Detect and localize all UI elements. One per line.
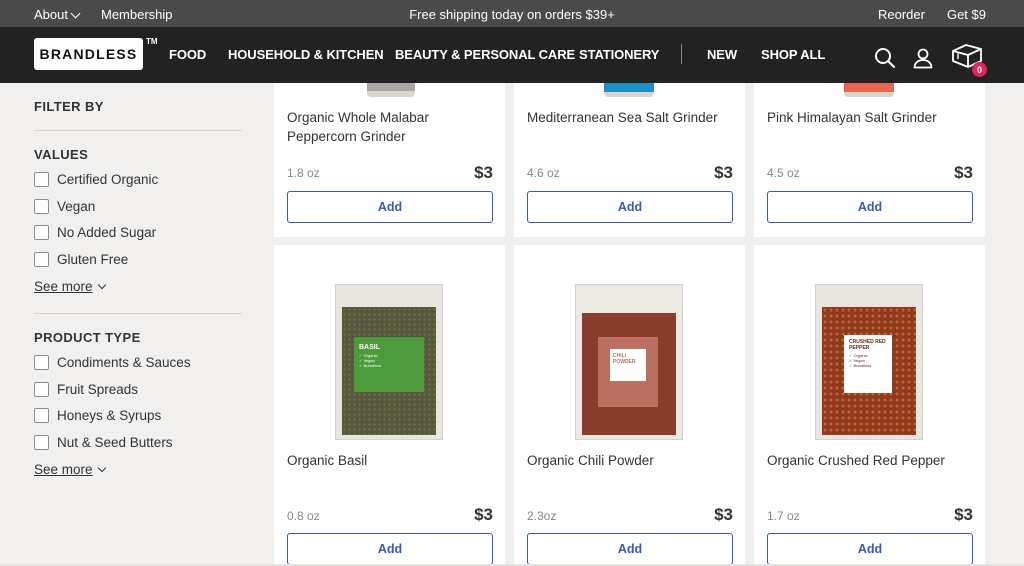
product-label: CRUSHED RED PEPPER ✓ Organic ✓ Vegan ✓ B… xyxy=(844,335,892,393)
get-credit-link[interactable]: Get $9 xyxy=(947,7,986,22)
filter-condiments-sauces[interactable]: Condiments & Sauces xyxy=(34,355,191,370)
add-button[interactable]: Add xyxy=(767,191,973,223)
checkbox[interactable] xyxy=(34,355,49,370)
add-button[interactable]: Add xyxy=(287,191,493,223)
product-type-heading: PRODUCT TYPE xyxy=(34,330,141,345)
chevron-down-icon xyxy=(97,280,106,290)
product-label: CHILI POWDER xyxy=(598,337,658,407)
product-size: 1.8 oz xyxy=(287,166,320,180)
checkbox[interactable] xyxy=(34,225,49,240)
product-type-see-more-link[interactable]: See more xyxy=(34,462,106,477)
nav-stationery[interactable]: STATIONERY xyxy=(579,47,659,62)
add-button[interactable]: Add xyxy=(527,533,733,565)
values-heading: VALUES xyxy=(34,147,89,162)
product-name[interactable]: Organic Whole Malabar Peppercorn Grinder xyxy=(287,108,497,146)
search-icon[interactable] xyxy=(874,47,896,69)
filter-certified-organic[interactable]: Certified Organic xyxy=(34,172,158,187)
product-price: $3 xyxy=(714,505,733,524)
product-price: $3 xyxy=(474,163,493,182)
label-title: CRUSHED RED PEPPER xyxy=(849,339,886,351)
filter-label: Certified Organic xyxy=(57,172,159,187)
checkbox[interactable] xyxy=(34,252,49,267)
product-name[interactable]: Organic Chili Powder xyxy=(527,451,737,470)
trademark-mark: TM xyxy=(146,37,158,46)
nav-food[interactable]: FOOD xyxy=(169,47,206,62)
values-see-more-link[interactable]: See more xyxy=(34,279,106,294)
filter-gluten-free[interactable]: Gluten Free xyxy=(34,252,128,267)
filter-label: Fruit Spreads xyxy=(57,382,139,397)
filter-fruit-spreads[interactable]: Fruit Spreads xyxy=(34,382,138,397)
filter-label: Gluten Free xyxy=(57,252,129,267)
product-name[interactable]: Organic Crushed Red Pepper xyxy=(767,451,977,470)
checkbox[interactable] xyxy=(34,408,49,423)
account-icon[interactable] xyxy=(912,47,934,69)
add-button[interactable]: Add xyxy=(527,191,733,223)
divider xyxy=(34,130,242,131)
product-name[interactable]: Organic Basil xyxy=(287,451,497,470)
product-card[interactable]: Organic Whole Malabar Peppercorn Grinder… xyxy=(274,83,505,237)
brandless-logo[interactable]: BRANDLESS xyxy=(34,38,143,70)
chevron-down-icon xyxy=(97,463,106,473)
see-more-label: See more xyxy=(34,279,93,294)
product-name[interactable]: Mediterranean Sea Salt Grinder xyxy=(527,108,737,127)
filter-label: Condiments & Sauces xyxy=(57,355,191,370)
product-image xyxy=(604,83,654,97)
see-more-label: See more xyxy=(34,462,93,477)
nav-beauty-personal-care[interactable]: BEAUTY & PERSONAL CARE xyxy=(395,47,575,62)
filter-vegan[interactable]: Vegan xyxy=(34,199,95,214)
checkbox[interactable] xyxy=(34,435,49,450)
product-card[interactable]: BASIL ✓ Organic ✓ Vegan ✓ Brandless Orga… xyxy=(274,245,505,566)
filter-by-heading: FILTER BY xyxy=(34,99,104,114)
label-title: CHILI POWDER xyxy=(613,353,636,365)
product-image xyxy=(367,83,415,97)
nav-household-kitchen[interactable]: HOUSEHOLD & KITCHEN xyxy=(228,47,384,62)
product-image: BASIL ✓ Organic ✓ Vegan ✓ Brandless xyxy=(335,284,443,440)
filter-no-added-sugar[interactable]: No Added Sugar xyxy=(34,225,156,240)
product-size: 4.6 oz xyxy=(527,166,560,180)
cart-count-badge: 0 xyxy=(972,62,987,77)
product-image xyxy=(844,83,894,97)
promo-bar: About Membership Free shipping today on … xyxy=(0,0,1024,27)
add-button[interactable]: Add xyxy=(287,533,493,565)
cart-button[interactable]: 0 xyxy=(950,42,987,77)
free-shipping-banner: Free shipping today on orders $39+ xyxy=(409,7,615,22)
nav-shop-all[interactable]: SHOP ALL xyxy=(761,47,825,62)
product-size: 1.7 oz xyxy=(767,509,800,523)
checkbox[interactable] xyxy=(34,382,49,397)
product-image: CRUSHED RED PEPPER ✓ Organic ✓ Vegan ✓ B… xyxy=(815,284,923,440)
filter-label: Vegan xyxy=(57,199,96,214)
label-line: ✓ Brandless xyxy=(359,363,382,368)
nav-divider xyxy=(681,44,682,64)
product-label: BASIL ✓ Organic ✓ Vegan ✓ Brandless xyxy=(354,337,424,392)
product-price: $3 xyxy=(954,163,973,182)
product-price: $3 xyxy=(714,163,733,182)
product-card[interactable]: CHILI POWDER Organic Chili Powder 2.3oz … xyxy=(514,245,745,566)
filter-label: Nut & Seed Butters xyxy=(57,435,173,450)
product-card[interactable]: Pink Himalayan Salt Grinder 4.5 oz $3 Ad… xyxy=(754,83,985,237)
main-nav: BRANDLESS TM FOOD HOUSEHOLD & KITCHEN BE… xyxy=(0,27,1024,83)
product-image: CHILI POWDER xyxy=(575,284,683,440)
add-button[interactable]: Add xyxy=(767,533,973,565)
product-card[interactable]: CRUSHED RED PEPPER ✓ Organic ✓ Vegan ✓ B… xyxy=(754,245,985,566)
filter-nut-seed-butters[interactable]: Nut & Seed Butters xyxy=(34,435,173,450)
nav-new[interactable]: NEW xyxy=(707,47,737,62)
product-size: 0.8 oz xyxy=(287,509,320,523)
product-price: $3 xyxy=(474,505,493,524)
filter-label: Honeys & Syrups xyxy=(57,408,162,423)
product-size: 4.5 oz xyxy=(767,166,800,180)
checkbox[interactable] xyxy=(34,172,49,187)
product-price: $3 xyxy=(954,505,973,524)
product-name[interactable]: Pink Himalayan Salt Grinder xyxy=(767,108,977,127)
label-title: BASIL xyxy=(359,344,380,351)
filter-honeys-syrups[interactable]: Honeys & Syrups xyxy=(34,408,161,423)
checkbox[interactable] xyxy=(34,199,49,214)
label-line: ✓ Brandless xyxy=(849,363,872,368)
filter-label: No Added Sugar xyxy=(57,225,157,240)
reorder-link[interactable]: Reorder xyxy=(878,7,925,22)
product-size: 2.3oz xyxy=(527,509,557,523)
divider xyxy=(34,313,242,314)
product-card[interactable]: Mediterranean Sea Salt Grinder 4.6 oz $3… xyxy=(514,83,745,237)
